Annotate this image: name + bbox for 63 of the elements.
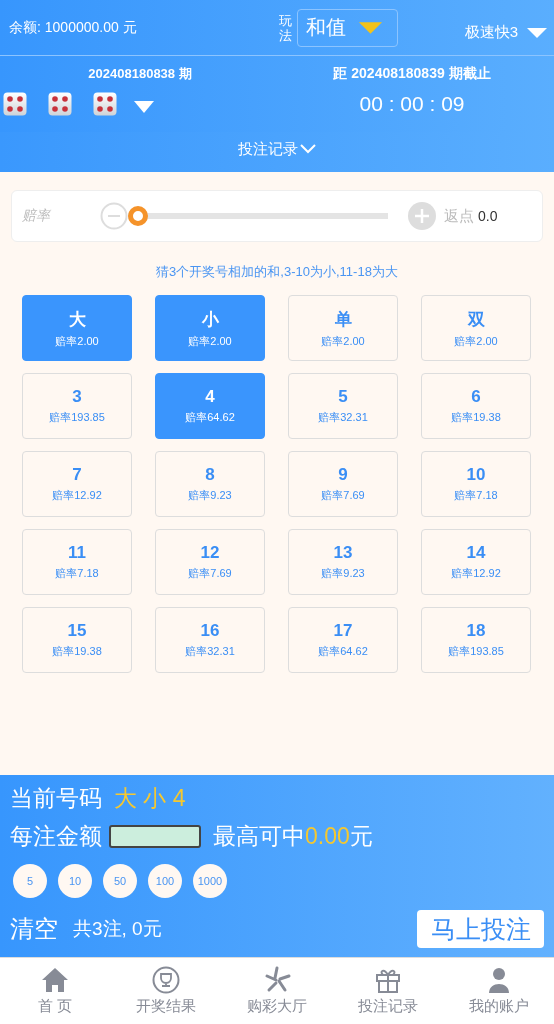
balance-text: 余额: 1000000.00 元 <box>9 18 138 37</box>
chip-button[interactable]: 50 <box>103 864 137 898</box>
slider-thumb[interactable] <box>128 206 148 226</box>
bet-option[interactable]: 3 赔率193.85 <box>22 373 132 439</box>
bet-option[interactable]: 双 赔率2.00 <box>421 295 531 361</box>
rebate-label: 返点 <box>444 206 474 226</box>
die-icon <box>3 92 27 116</box>
bet-option[interactable]: 17 赔率64.62 <box>288 607 398 673</box>
play-select[interactable]: 和值 <box>297 8 398 47</box>
bet-option[interactable]: 16 赔率32.31 <box>155 607 265 673</box>
bet-option[interactable]: 12 赔率7.69 <box>155 529 265 595</box>
bet-option[interactable]: 8 赔率9.23 <box>155 451 265 517</box>
bet-option[interactable]: 大 赔率2.00 <box>22 295 132 361</box>
summary-text: 共3注, 0元 <box>73 917 162 941</box>
bet-option[interactable]: 单 赔率2.00 <box>288 295 398 361</box>
max-win-text: 最高可中0.00元 <box>213 821 373 851</box>
chevron-down-icon <box>300 144 316 154</box>
nav-item[interactable]: 开奖结果 <box>110 958 222 1024</box>
odds-label: 赔率 <box>22 207 52 225</box>
period-text: 202408180838 期 <box>87 65 193 83</box>
trophy-icon <box>152 966 181 994</box>
die-icon <box>93 92 117 116</box>
chip-button[interactable]: 100 <box>148 864 182 898</box>
current-label: 当前号码 <box>10 783 102 813</box>
play-label: 玩法 <box>279 12 293 43</box>
clear-button[interactable]: 清空 <box>10 913 58 945</box>
bet-option[interactable]: 4 赔率64.62 <box>155 373 265 439</box>
hint-text: 猜3个开奖号相加的和,3-10为小,11-18为大 <box>155 263 399 281</box>
amount-field[interactable] <box>109 824 201 848</box>
records-link[interactable]: 投注记录 <box>0 132 554 172</box>
chip-button[interactable]: 5 <box>13 864 47 898</box>
caret-icon <box>358 20 383 35</box>
bet-option[interactable]: 小 赔率2.00 <box>155 295 265 361</box>
lottery-select[interactable]: 极速快3 <box>464 23 548 42</box>
chip-button[interactable]: 10 <box>58 864 92 898</box>
nav-item[interactable]: 购彩大厅 <box>221 958 333 1024</box>
caret-icon <box>526 26 548 39</box>
bet-option[interactable]: 9 赔率7.69 <box>288 451 398 517</box>
current-value: 大 小 4 <box>114 783 186 813</box>
bet-option[interactable]: 18 赔率193.85 <box>421 607 531 673</box>
nav-item[interactable]: 投注记录 <box>332 958 444 1024</box>
countdown-timer: 00 : 00 : 09 <box>358 92 466 116</box>
bet-option[interactable]: 10 赔率7.18 <box>421 451 531 517</box>
die-icon <box>48 92 72 116</box>
nav-item[interactable]: 首 页 <box>0 958 111 1024</box>
bet-option[interactable]: 14 赔率12.92 <box>421 529 531 595</box>
star-icon <box>263 966 291 994</box>
bet-option[interactable]: 6 赔率19.38 <box>421 373 531 439</box>
bet-option[interactable]: 5 赔率32.31 <box>288 373 398 439</box>
submit-button[interactable]: 马上投注 <box>417 910 544 948</box>
home-icon <box>41 966 70 994</box>
bet-option[interactable]: 13 赔率9.23 <box>288 529 398 595</box>
nav-item[interactable]: 我的账户 <box>443 958 554 1024</box>
amount-label: 每注金额 <box>10 821 102 851</box>
bet-option[interactable]: 15 赔率19.38 <box>22 607 132 673</box>
minus-icon <box>100 202 128 230</box>
chip-button[interactable]: 1000 <box>193 864 227 898</box>
caret-icon <box>134 101 154 113</box>
bet-option[interactable]: 11 赔率7.18 <box>22 529 132 595</box>
plus-icon <box>408 202 436 230</box>
bet-option[interactable]: 7 赔率12.92 <box>22 451 132 517</box>
rebate-value: 0.0 <box>478 208 498 224</box>
deadline-text: 距 202408180839 期截止 <box>332 65 492 83</box>
